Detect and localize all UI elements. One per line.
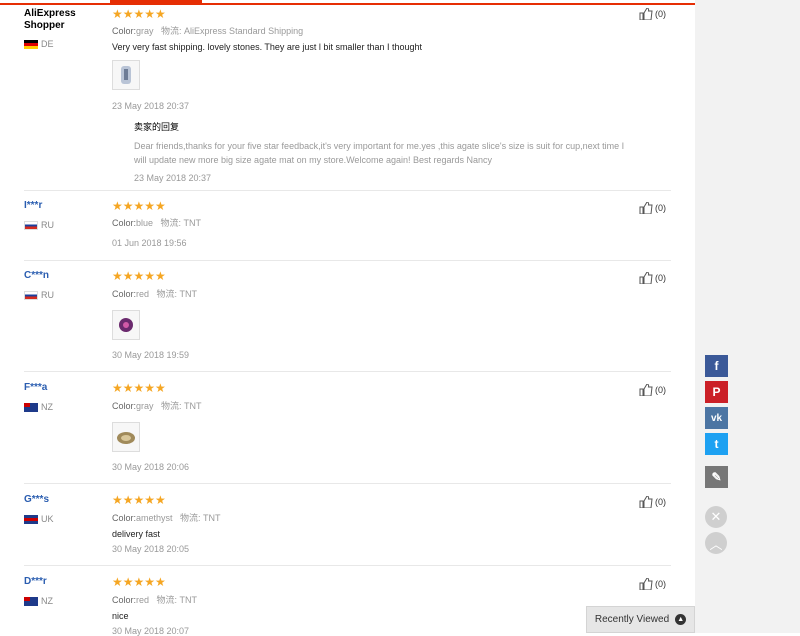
- country-code: NZ: [41, 402, 53, 412]
- country-code: RU: [41, 220, 54, 230]
- review-text: nice: [112, 611, 129, 621]
- reviewer-name: AliExpress Shopper: [24, 8, 76, 31]
- vk-share-icon[interactable]: vk: [705, 407, 728, 429]
- active-tab-indicator: [110, 0, 202, 5]
- flag-icon: [24, 290, 38, 300]
- flag-icon: [24, 39, 38, 49]
- rating-stars: ★★★★★: [112, 269, 166, 283]
- facebook-share-icon[interactable]: f: [705, 355, 728, 377]
- review-meta: Color:amethyst 物流: TNT: [112, 513, 221, 523]
- recently-viewed-button[interactable]: Recently Viewed ▲: [586, 606, 695, 633]
- edit-icon[interactable]: ✎: [705, 466, 728, 488]
- helpful-button[interactable]: (0): [639, 384, 666, 396]
- reply-title: 卖家的回复: [134, 122, 180, 132]
- helpful-button[interactable]: (0): [639, 202, 666, 214]
- helpful-button[interactable]: (0): [639, 8, 666, 20]
- scroll-top-icon[interactable]: ︿: [705, 532, 727, 554]
- reply-text: Dear friends,thanks for your five star f…: [134, 141, 625, 165]
- reviewer-name: G***s: [24, 494, 50, 505]
- review-item: AliExpress Shopper DE ★★★★★ Color:gray 物…: [24, 8, 671, 191]
- country-code: UK: [41, 514, 54, 524]
- rating-stars: ★★★★★: [112, 575, 166, 589]
- pinterest-share-icon[interactable]: P: [705, 381, 728, 403]
- review-date: 23 May 2018 20:37: [112, 101, 190, 111]
- photo-thumbnail-icon: [117, 432, 135, 444]
- thumbs-up-icon: [639, 8, 653, 20]
- review-date: 01 Jun 2018 19:56: [112, 238, 187, 248]
- review-date: 30 May 2018 20:05: [112, 544, 190, 554]
- flag-icon: [24, 514, 38, 524]
- helpful-button[interactable]: (0): [639, 496, 666, 508]
- review-item: G***s UK ★★★★★ Color:amethyst 物流: TNT de…: [24, 494, 671, 566]
- review-photo[interactable]: [112, 422, 140, 452]
- reviewer-country: RU: [24, 220, 54, 230]
- rating-stars: ★★★★★: [112, 7, 166, 21]
- review-meta: Color:red 物流: TNT: [112, 289, 198, 299]
- review-photo[interactable]: [112, 60, 140, 90]
- review-item: F***a NZ ★★★★★ Color:gray 物流: TNT 30 May…: [24, 382, 671, 484]
- reviewer-name: I***r: [24, 200, 43, 211]
- photo-thumbnail-icon: [119, 318, 133, 332]
- rating-stars: ★★★★★: [112, 493, 166, 507]
- close-icon[interactable]: ✕: [705, 506, 727, 528]
- flag-icon: [24, 220, 38, 230]
- review-item: I***r RU ★★★★★ Color:blue 物流: TNT 01 Jun…: [24, 200, 671, 261]
- thumbs-up-icon: [639, 384, 653, 396]
- review-meta: Color:red 物流: TNT: [112, 595, 198, 605]
- review-photo[interactable]: [112, 310, 140, 340]
- review-date: 30 May 2018 20:07: [112, 626, 190, 636]
- helpful-button[interactable]: (0): [639, 578, 666, 590]
- review-date: 30 May 2018 19:59: [112, 350, 190, 360]
- thumbs-up-icon: [639, 202, 653, 214]
- reviewer-country: UK: [24, 514, 54, 524]
- review-meta: Color:gray 物流: AliExpress Standard Shipp…: [112, 26, 304, 36]
- twitter-share-icon[interactable]: t: [705, 433, 728, 455]
- country-code: DE: [41, 39, 54, 49]
- recently-viewed-label: Recently Viewed: [594, 614, 670, 625]
- country-code: RU: [41, 290, 54, 300]
- review-meta: Color:blue 物流: TNT: [112, 218, 202, 228]
- like-count: (0): [655, 9, 666, 19]
- reviewer-country: DE: [24, 39, 54, 49]
- thumbs-up-icon: [639, 272, 653, 284]
- review-text: Very very fast shipping. lovely stones. …: [112, 42, 422, 52]
- review-item: C***n RU ★★★★★ Color:red 物流: TNT 30 May …: [24, 270, 671, 372]
- country-code: NZ: [41, 596, 53, 606]
- reviewer-name: D***r: [24, 576, 47, 587]
- flag-icon: [24, 402, 38, 412]
- reply-date: 23 May 2018 20:37: [134, 173, 212, 183]
- like-count: (0): [655, 579, 666, 589]
- reviews-panel: AliExpress Shopper DE ★★★★★ Color:gray 物…: [0, 0, 695, 636]
- review-meta: Color:gray 物流: TNT: [112, 401, 202, 411]
- review-item: D***r NZ ★★★★★ Color:red 物流: TNT nice 30…: [24, 576, 671, 636]
- like-count: (0): [655, 203, 666, 213]
- chevron-up-icon: ▲: [675, 614, 687, 625]
- reviewer-country: RU: [24, 290, 54, 300]
- review-text: delivery fast: [112, 529, 161, 539]
- photo-thumbnail-icon: [121, 66, 131, 84]
- reviewer-country: NZ: [24, 402, 53, 412]
- thumbs-up-icon: [639, 496, 653, 508]
- like-count: (0): [655, 385, 666, 395]
- helpful-button[interactable]: (0): [639, 272, 666, 284]
- rating-stars: ★★★★★: [112, 381, 166, 395]
- thumbs-up-icon: [639, 578, 653, 590]
- reviewer-name: F***a: [24, 382, 48, 393]
- like-count: (0): [655, 497, 666, 507]
- tab-underline: [0, 3, 695, 5]
- seller-reply: 卖家的回复 Dear friends,thanks for your five …: [134, 120, 674, 185]
- rating-stars: ★★★★★: [112, 199, 166, 213]
- reviewer-country: NZ: [24, 596, 53, 606]
- flag-icon: [24, 596, 38, 606]
- like-count: (0): [655, 273, 666, 283]
- review-date: 30 May 2018 20:06: [112, 462, 190, 472]
- reviewer-name: C***n: [24, 270, 50, 281]
